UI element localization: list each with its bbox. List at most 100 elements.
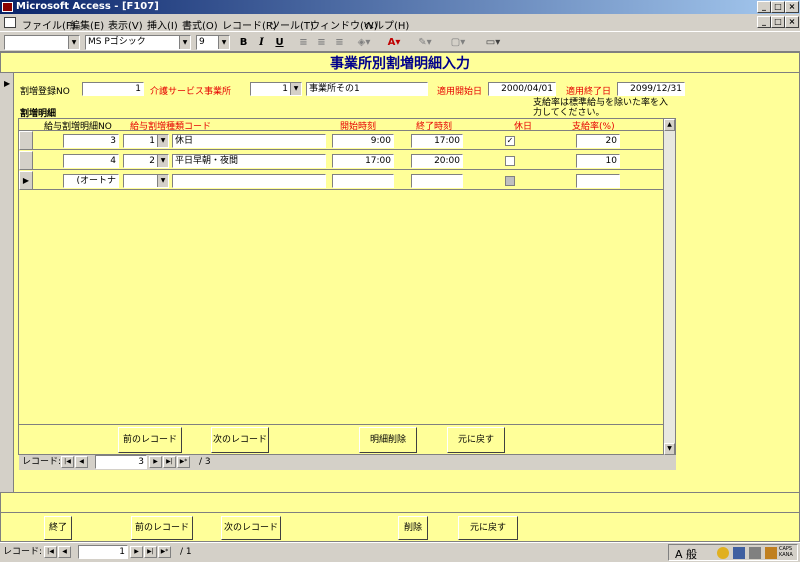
rate-field[interactable] [576, 174, 620, 188]
type-code-combo[interactable]: ▼ [123, 174, 169, 188]
row-selector[interactable] [19, 131, 33, 150]
chevron-down-icon[interactable]: ▼ [290, 83, 301, 95]
office-name-field[interactable]: 事業所その1 [306, 82, 428, 96]
record-selector[interactable]: ▶ [0, 73, 14, 493]
holiday-checkbox[interactable] [505, 156, 515, 166]
prev-button[interactable]: 前のレコード [131, 516, 193, 540]
detail-no-field[interactable]: 3 [63, 134, 119, 148]
line-width-icon[interactable]: ▭▾ [477, 35, 509, 50]
detail-no-field[interactable]: 4 [63, 154, 119, 168]
menu-view[interactable]: 表示(V) [108, 17, 143, 32]
main-nav-current[interactable]: 1 [78, 545, 128, 559]
sub-prev-button[interactable]: 前のレコード [118, 427, 182, 453]
rate-field[interactable]: 20 [576, 134, 620, 148]
delete-button[interactable]: 削除 [398, 516, 428, 540]
align-left-icon[interactable]: ≡ [295, 35, 312, 50]
font-select[interactable]: MS Pゴシック ▼ [85, 35, 191, 50]
menu-bar: ファイル(F) 編集(E) 表示(V) 挿入(I) 書式(O) レコード(R) … [0, 14, 800, 32]
reg-no-field[interactable]: 1 [82, 82, 144, 96]
next-button[interactable]: 次のレコード [221, 516, 281, 540]
ime-dict-icon[interactable] [733, 547, 745, 559]
end-time-field[interactable]: 17:00 [411, 134, 463, 148]
chevron-down-icon[interactable]: ▼ [157, 135, 168, 147]
sub-delete-button[interactable]: 明細削除 [359, 427, 417, 453]
object-select[interactable]: ▼ [4, 35, 80, 50]
start-time-field[interactable] [332, 174, 394, 188]
divider [0, 72, 800, 73]
type-code-combo[interactable]: 2 ▼ [123, 154, 169, 168]
type-name-field[interactable]: 休日 [172, 134, 326, 148]
align-right-icon[interactable]: ≡ [331, 35, 348, 50]
fill-color-icon[interactable]: ◈▾ [352, 35, 376, 50]
chevron-down-icon[interactable]: ▼ [157, 175, 168, 187]
subform-scrollbar[interactable]: ▲ ▼ [663, 119, 675, 455]
first-record-icon[interactable]: |◀ [44, 546, 57, 558]
undo-button[interactable]: 元に戻す [458, 516, 518, 540]
ime-help-icon[interactable] [765, 547, 777, 559]
next-record-icon[interactable]: ▶ [149, 456, 162, 468]
next-record-icon[interactable]: ▶ [130, 546, 143, 558]
font-size-select[interactable]: 9 ▼ [196, 35, 230, 50]
new-record-icon[interactable]: ▶* [158, 546, 171, 558]
scroll-down-icon[interactable]: ▼ [664, 443, 675, 455]
type-name-field[interactable]: 平日早朝・夜間 [172, 154, 326, 168]
minimize-button[interactable]: _ [757, 1, 771, 13]
doc-close-button[interactable]: × [785, 16, 799, 28]
sub-undo-button[interactable]: 元に戻す [447, 427, 505, 453]
end-time-field[interactable] [411, 174, 463, 188]
ime-tool-icon[interactable] [749, 547, 761, 559]
new-record-selector[interactable]: ▶ [19, 171, 33, 190]
border-icon[interactable]: ▢▾ [445, 35, 471, 50]
row-selector[interactable] [19, 151, 33, 170]
bold-button[interactable]: B [235, 35, 252, 50]
menu-record[interactable]: レコード(R) [222, 17, 277, 32]
last-record-icon[interactable]: ▶| [163, 456, 176, 468]
office-code-combo[interactable]: 1 ▼ [250, 82, 302, 96]
holiday-checkbox[interactable]: ✓ [505, 136, 515, 146]
end-time-field[interactable]: 20:00 [411, 154, 463, 168]
current-record-arrow-icon: ▶ [4, 79, 11, 88]
first-record-icon[interactable]: |◀ [61, 456, 74, 468]
prev-record-icon[interactable]: ◀ [58, 546, 71, 558]
new-record-icon[interactable]: ▶* [177, 456, 190, 468]
sub-nav-current[interactable]: 3 [95, 455, 147, 469]
doc-minimize-button[interactable]: _ [757, 16, 771, 28]
italic-button[interactable]: I [253, 35, 270, 50]
menu-help[interactable]: ヘルプ(H) [364, 17, 409, 32]
form-icon[interactable] [4, 17, 16, 28]
menu-format[interactable]: 書式(O) [182, 17, 218, 32]
align-center-icon[interactable]: ≡ [313, 35, 330, 50]
last-record-icon[interactable]: ▶| [144, 546, 157, 558]
divider [0, 512, 800, 513]
menu-file[interactable]: ファイル(F) [22, 17, 76, 32]
close-button[interactable]: × [785, 1, 799, 13]
ime-pad-icon[interactable] [717, 547, 729, 559]
rate-field[interactable]: 10 [576, 154, 620, 168]
scroll-up-icon[interactable]: ▲ [664, 119, 675, 131]
start-time-field[interactable]: 17:00 [332, 154, 394, 168]
type-code-combo[interactable]: 1 ▼ [123, 134, 169, 148]
chevron-down-icon: ▼ [68, 36, 79, 49]
doc-restore-button[interactable]: □ [771, 16, 785, 28]
underline-button[interactable]: U [271, 35, 288, 50]
prev-record-icon[interactable]: ◀ [75, 456, 88, 468]
chevron-down-icon[interactable]: ▼ [157, 155, 168, 167]
line-color-icon[interactable]: ✎▾ [413, 35, 437, 50]
type-name-field[interactable] [172, 174, 326, 188]
maximize-button[interactable]: □ [771, 1, 785, 13]
detail-no-field[interactable]: (オートナ [63, 174, 119, 188]
ime-toolbar[interactable]: A 般 CAPS KANA [668, 544, 798, 561]
start-date-field[interactable]: 2000/04/01 [488, 82, 556, 96]
exit-button[interactable]: 終了 [44, 516, 72, 540]
menu-tools[interactable]: ツール(T) [270, 17, 314, 32]
end-date-label: 適用終了日 [566, 87, 612, 97]
font-color-icon[interactable]: A▾ [382, 35, 406, 50]
sub-next-button[interactable]: 次のレコード [211, 427, 269, 453]
ime-mode-icon[interactable]: A 般 [675, 546, 697, 562]
end-date-field[interactable]: 2099/12/31 [617, 82, 685, 96]
start-time-field[interactable]: 9:00 [332, 134, 394, 148]
form-title: 事業所別割増明細入力 [330, 56, 470, 72]
menu-edit[interactable]: 編集(E) [70, 17, 104, 32]
menu-insert[interactable]: 挿入(I) [147, 17, 178, 32]
holiday-checkbox[interactable] [505, 176, 515, 186]
